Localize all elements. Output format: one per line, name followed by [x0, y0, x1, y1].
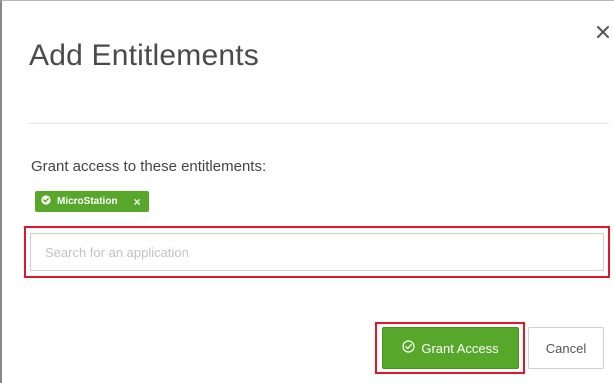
close-glyph: [597, 26, 609, 38]
add-entitlements-dialog: Add Entitlements Grant access to these e…: [0, 0, 614, 383]
cancel-button[interactable]: Cancel: [528, 327, 604, 369]
grant-access-button[interactable]: Grant Access: [382, 327, 519, 369]
chip-label: MicroStation: [57, 196, 118, 207]
title-divider: [29, 123, 609, 124]
check-circle-icon: [41, 195, 51, 208]
shield-check-icon: [402, 340, 415, 356]
instruction-text: Grant access to these entitlements:: [31, 158, 267, 175]
close-icon[interactable]: [596, 25, 612, 41]
entitlement-chip-microstation: MicroStation ×: [35, 191, 149, 212]
chip-remove-icon[interactable]: ×: [134, 196, 141, 208]
application-search-input[interactable]: [30, 233, 604, 271]
grant-access-label: Grant Access: [421, 340, 499, 356]
dialog-title: Add Entitlements: [29, 39, 259, 72]
